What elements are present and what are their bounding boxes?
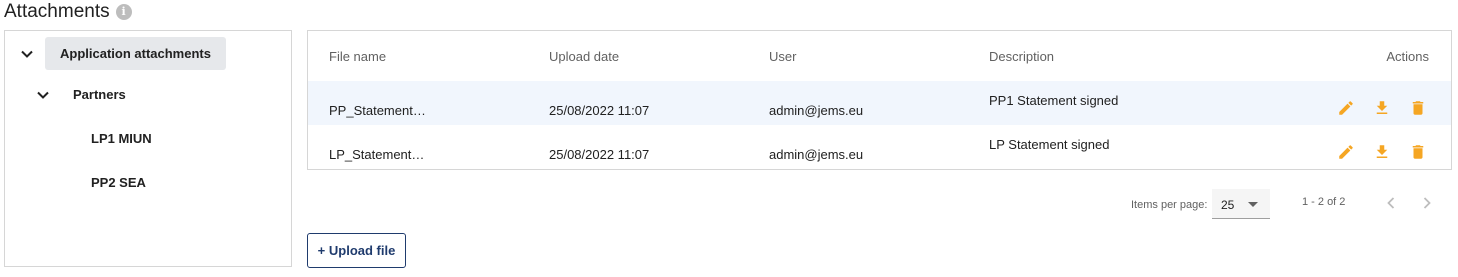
chevron-down-icon[interactable] bbox=[36, 88, 50, 102]
download-icon[interactable] bbox=[1369, 95, 1395, 121]
items-per-page-select[interactable]: 25 bbox=[1212, 189, 1270, 219]
cell-description: LP Statement signed bbox=[989, 137, 1110, 152]
cell-description: PP1 Statement signed bbox=[989, 93, 1119, 108]
previous-page-button[interactable] bbox=[1381, 193, 1401, 213]
column-header-file-name[interactable]: File name bbox=[329, 49, 386, 64]
attachments-tree: Application attachments Partners LP1 MIU… bbox=[4, 30, 292, 267]
column-header-actions: Actions bbox=[1386, 49, 1429, 64]
delete-icon[interactable] bbox=[1405, 95, 1431, 121]
chevron-down-icon[interactable] bbox=[20, 47, 34, 61]
row-actions bbox=[1333, 139, 1431, 165]
paginator-range: 1 - 2 of 2 bbox=[1302, 196, 1346, 208]
tree-node-lp1-miun[interactable]: LP1 MIUN bbox=[91, 131, 152, 146]
cell-user: admin@jems.eu bbox=[769, 103, 864, 118]
column-header-description: Description bbox=[989, 49, 1055, 64]
items-per-page-value[interactable]: 25 bbox=[1221, 198, 1234, 212]
table-row[interactable]: LP_Statement… 25/08/2022 11:07 admin@jem… bbox=[308, 125, 1451, 169]
attachments-table: File name Upload date User Description A… bbox=[307, 30, 1452, 170]
cell-upload-date: 25/08/2022 11:07 bbox=[549, 103, 650, 118]
download-icon[interactable] bbox=[1369, 139, 1395, 165]
tree-node-pp2-sea[interactable]: PP2 SEA bbox=[91, 175, 146, 190]
caret-down-icon[interactable] bbox=[1248, 202, 1258, 207]
chevron-left-icon bbox=[1387, 197, 1395, 209]
tree-node-label[interactable]: LP1 MIUN bbox=[91, 131, 152, 146]
edit-icon[interactable] bbox=[1333, 95, 1359, 121]
cell-upload-date: 25/08/2022 11:07 bbox=[549, 147, 650, 162]
section-title: Attachments i bbox=[4, 1, 132, 23]
tree-node-label[interactable]: PP2 SEA bbox=[91, 175, 146, 190]
cell-user: admin@jems.eu bbox=[769, 147, 864, 162]
info-icon[interactable]: i bbox=[115, 4, 132, 20]
table-header: File name Upload date User Description A… bbox=[308, 31, 1451, 81]
next-page-button[interactable] bbox=[1417, 193, 1437, 213]
cell-file-name[interactable]: LP_Statement… bbox=[329, 147, 424, 162]
tree-node-label[interactable]: Partners bbox=[73, 87, 126, 102]
tree-node-application-attachments[interactable]: Application attachments bbox=[20, 37, 226, 70]
upload-file-button[interactable]: + Upload file bbox=[307, 233, 406, 268]
edit-icon[interactable] bbox=[1333, 139, 1359, 165]
column-header-upload-date[interactable]: Upload date bbox=[549, 49, 619, 64]
row-actions bbox=[1333, 95, 1431, 121]
cell-file-name[interactable]: PP_Statement… bbox=[329, 103, 426, 118]
column-header-user[interactable]: User bbox=[769, 49, 796, 64]
tree-node-partners[interactable]: Partners bbox=[36, 87, 126, 102]
tree-node-label[interactable]: Application attachments bbox=[45, 37, 226, 70]
delete-icon[interactable] bbox=[1405, 139, 1431, 165]
chevron-right-icon bbox=[1423, 197, 1431, 209]
section-title-text: Attachments bbox=[4, 1, 110, 22]
items-per-page-label: Items per page: bbox=[1131, 199, 1208, 211]
table-row[interactable]: PP_Statement… 25/08/2022 11:07 admin@jem… bbox=[308, 81, 1451, 125]
